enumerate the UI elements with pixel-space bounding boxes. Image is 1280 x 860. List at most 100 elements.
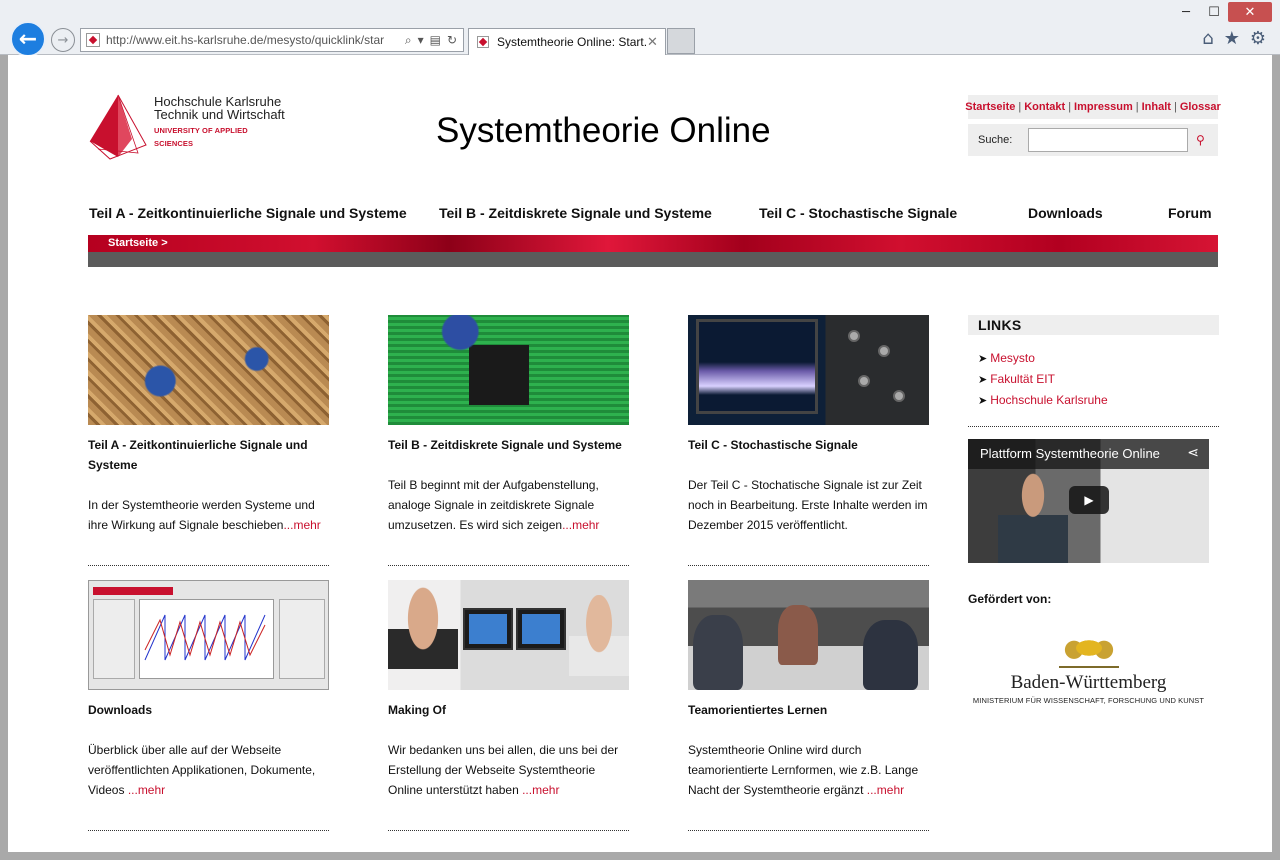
person-figure	[863, 620, 918, 690]
card-title[interactable]: Making Of	[388, 700, 629, 720]
gear-icon[interactable]: ⚙	[1250, 28, 1266, 49]
nav-forum[interactable]: Forum	[1168, 205, 1212, 221]
nav-teil-b[interactable]: Teil B - Zeitdiskrete Signale und System…	[439, 205, 712, 221]
card-text: Wir bedanken uns bei allen, die uns bei …	[388, 740, 629, 800]
person-figure	[388, 580, 458, 690]
more-link[interactable]: ...mehr	[562, 518, 599, 532]
card-title[interactable]: Teil B - Zeitdiskrete Signale und System…	[388, 435, 629, 455]
site-favicon	[86, 33, 100, 47]
knob-icon	[878, 345, 890, 357]
links-list: ➤ Mesysto ➤ Fakultät EIT ➤ Hochschule Karls…	[978, 348, 1108, 411]
nav-teil-c[interactable]: Teil C - Stochastische Signale	[759, 205, 957, 221]
monitor-icon	[516, 608, 566, 650]
play-button[interactable]: ▶	[1069, 486, 1109, 514]
maximize-icon[interactable]: ☐	[1200, 2, 1228, 22]
more-link[interactable]: ...mehr	[867, 783, 904, 797]
nav-downloads[interactable]: Downloads	[1028, 205, 1103, 221]
share-icon[interactable]: ⋖	[1187, 445, 1199, 461]
home-icon[interactable]: ⌂	[1202, 28, 1213, 49]
monitor-icon	[463, 608, 513, 650]
link-mesysto[interactable]: Mesysto	[990, 351, 1035, 365]
video-player[interactable]: Plattform Systemtheorie Online ⋖ ▶	[968, 439, 1209, 563]
card-divider	[88, 830, 329, 831]
card-image-team-learning[interactable]	[688, 580, 929, 690]
card-making-of: Making Of Wir bedanken uns bei allen, di…	[388, 580, 629, 831]
more-link[interactable]: ...mehr	[522, 783, 559, 797]
toplink-kontakt[interactable]: Kontakt	[1024, 101, 1065, 113]
card-divider	[88, 565, 329, 566]
card-teil-a: Teil A - Zeitkontinuierliche Signale und…	[88, 315, 329, 566]
card-text-body: Überblick über alle auf der Webseite ver…	[88, 743, 316, 797]
baden-wuerttemberg-logo[interactable]: Baden-Württemberg MINISTERIUM FÜR WISSEN…	[968, 630, 1209, 715]
card-image-oscilloscope[interactable]	[688, 315, 929, 425]
toplink-impressum[interactable]: Impressum	[1074, 101, 1133, 113]
app-left-panel	[93, 599, 135, 679]
address-url: http://www.eit.hs-karlsruhe.de/mesysto/q…	[106, 33, 399, 47]
coat-of-arms-icon	[1058, 630, 1119, 668]
main-nav: Teil A - Zeitkontinuierliche Signale und…	[88, 205, 1220, 223]
toplink-startseite[interactable]: Startseite	[965, 101, 1015, 113]
hs-karlsruhe-logo[interactable]: Hochschule Karlsruhe Technik und Wirtsch…	[88, 93, 288, 163]
list-item: ➤ Fakultät EIT	[978, 369, 1108, 390]
url-path: /mesysto/quicklink/star	[263, 33, 385, 47]
person-figure	[998, 469, 1068, 563]
address-bar[interactable]: http://www.eit.hs-karlsruhe.de/mesysto/q…	[80, 28, 464, 52]
more-link[interactable]: ...mehr	[283, 518, 320, 532]
card-image-circuit[interactable]	[88, 315, 329, 425]
star-icon[interactable]: ★	[1224, 28, 1240, 49]
search-input[interactable]	[1028, 128, 1188, 152]
card-image-making-of[interactable]	[388, 580, 629, 690]
nav-teil-a[interactable]: Teil A - Zeitkontinuierliche Signale und…	[89, 205, 407, 221]
close-icon[interactable]: ✕	[1228, 2, 1272, 22]
forward-icon[interactable]: →	[51, 28, 75, 52]
arrow-icon: ➤	[978, 394, 988, 407]
knob-icon	[893, 390, 905, 402]
card-image-pcb[interactable]	[388, 315, 629, 425]
logo-line2: Technik und Wirtschaft	[154, 107, 285, 122]
search-icon[interactable]: ⌕	[405, 33, 412, 48]
arrow-icon: ➤	[978, 373, 988, 386]
card-image-app-screenshot[interactable]	[88, 580, 329, 690]
more-link[interactable]: ...mehr	[128, 783, 165, 797]
link-fakultaet-eit[interactable]: Fakultät EIT	[990, 372, 1055, 386]
card-text: Systemtheorie Online wird durch teamorie…	[688, 740, 929, 800]
breadcrumb[interactable]: Startseite >	[108, 237, 168, 249]
refresh-icon[interactable]: ↻	[447, 33, 457, 48]
card-title[interactable]: Downloads	[88, 700, 329, 720]
browser-chrome: ─ ☐ ✕ ← → http://www.eit.hs-karlsruhe.de…	[0, 0, 1280, 57]
search-submit-icon[interactable]: ⚲	[1196, 133, 1205, 147]
search-label: Suche:	[978, 134, 1013, 146]
new-tab-button[interactable]	[667, 28, 695, 54]
sawtooth-plot-icon	[144, 614, 266, 661]
logo-text: Hochschule Karlsruhe Technik und Wirtsch…	[154, 95, 288, 150]
card-text-body: Der Teil C - Stochatische Signale ist zu…	[688, 478, 928, 532]
minimize-icon[interactable]: ─	[1172, 2, 1200, 22]
chevron-down-icon[interactable]: ▾	[418, 33, 424, 48]
compat-view-icon[interactable]: ▤	[430, 33, 441, 48]
page-content: Hochschule Karlsruhe Technik und Wirtsch…	[88, 55, 1221, 852]
card-title[interactable]: Teil A - Zeitkontinuierliche Signale und…	[88, 435, 329, 475]
sidebar-divider	[968, 426, 1219, 427]
tab-systemtheorie[interactable]: Systemtheorie Online: Start... ✕	[468, 28, 666, 55]
toplink-inhalt[interactable]: Inhalt	[1142, 101, 1171, 113]
app-right-panel	[279, 599, 325, 679]
card-text: Der Teil C - Stochatische Signale ist zu…	[688, 475, 929, 535]
funder-subtitle: MINISTERIUM FÜR WISSENSCHAFT, FORSCHUNG …	[972, 696, 1205, 705]
search-box: Suche: ⚲	[968, 124, 1218, 156]
links-heading: LINKS	[968, 315, 1219, 335]
tab-close-icon[interactable]: ✕	[647, 35, 665, 50]
card-title[interactable]: Teil C - Stochastische Signale	[688, 435, 929, 455]
card-divider	[688, 830, 929, 831]
card-teil-b: Teil B - Zeitdiskrete Signale und System…	[388, 315, 629, 566]
page-viewport: Hochschule Karlsruhe Technik und Wirtsch…	[8, 55, 1272, 852]
play-icon: ▶	[1084, 493, 1094, 507]
card-text: Teil B beginnt mit der Aufgabenstellung,…	[388, 475, 629, 535]
link-hochschule-karlsruhe[interactable]: Hochschule Karlsruhe	[990, 393, 1107, 407]
video-title[interactable]: Plattform Systemtheorie Online	[980, 446, 1160, 461]
card-title[interactable]: Teamorientiertes Lernen	[688, 700, 929, 720]
toplink-glossar[interactable]: Glossar	[1180, 101, 1221, 113]
window-controls: ─ ☐ ✕	[1172, 2, 1272, 22]
subnav-bar	[88, 252, 1218, 267]
url-host: http://www.eit.hs-karlsruhe.de	[106, 33, 264, 47]
back-icon[interactable]: ←	[10, 21, 46, 57]
